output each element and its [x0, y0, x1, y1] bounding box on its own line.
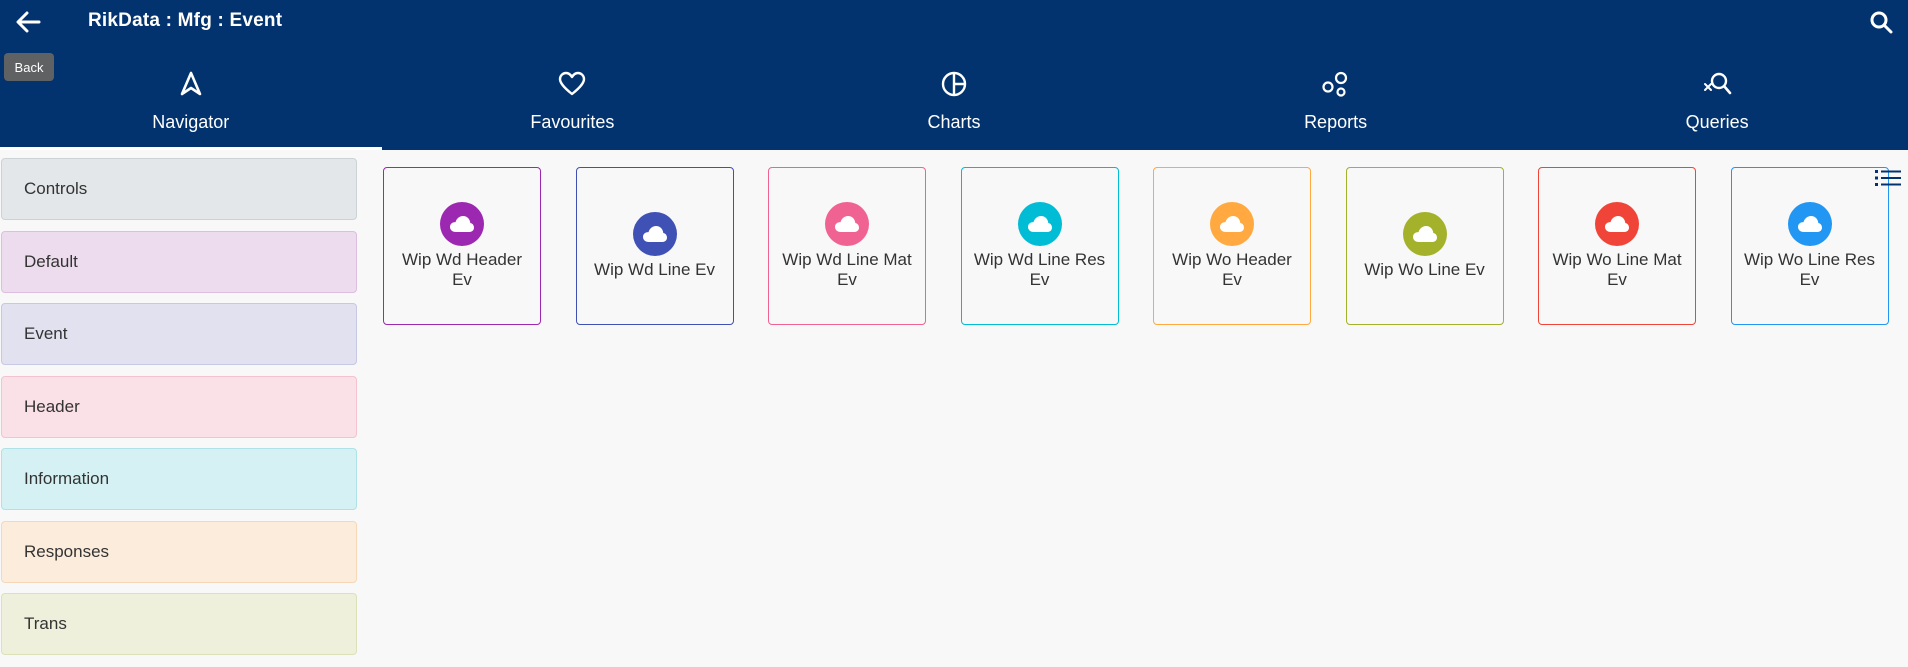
sidebar: Controls Default Event Header Informatio…	[0, 158, 360, 666]
query-search-icon	[1701, 68, 1733, 100]
sidebar-item-header[interactable]: Header	[1, 375, 357, 438]
cloud-icon	[632, 212, 677, 256]
tab-label: Reports	[1304, 112, 1368, 132]
tab-navigator[interactable]: Navigator	[0, 60, 382, 150]
cloud-icon	[825, 202, 869, 246]
cloud-icon	[1210, 202, 1254, 246]
sidebar-item-responses[interactable]: Responses	[1, 520, 357, 583]
list-icon[interactable]	[1874, 168, 1902, 188]
tab-queries[interactable]: Queries	[1526, 60, 1908, 150]
tile-wip-wo-header-ev[interactable]: Wip Wo Header Ev	[1153, 167, 1311, 325]
sidebar-item-label: Header	[24, 396, 80, 416]
tab-favourites[interactable]: Favourites	[382, 60, 764, 150]
back-tooltip: Back	[4, 53, 54, 81]
tile-label: Wip Wd Line Ev	[594, 260, 715, 279]
tab-bar: Navigator Favourites Charts Reports Quer…	[0, 60, 1908, 150]
sidebar-item-label: Event	[24, 324, 68, 343]
cloud-icon	[1402, 212, 1447, 256]
tile-wip-wd-line-ev[interactable]: Wip Wd Line Ev	[575, 167, 734, 325]
sidebar-item-label: Controls	[24, 179, 88, 198]
tile-wip-wd-header-ev[interactable]: Wip Wd Header Ev	[383, 167, 541, 325]
cloud-icon	[1595, 202, 1639, 246]
sidebar-item-label: Responses	[24, 541, 110, 561]
tile-wip-wd-line-res-ev[interactable]: Wip Wd Line Res Ev	[960, 167, 1119, 325]
tab-label: Navigator	[152, 112, 230, 132]
tile-wip-wo-line-ev[interactable]: Wip Wo Line Ev	[1345, 167, 1504, 325]
navigator-icon	[175, 68, 207, 100]
sidebar-item-default[interactable]: Default	[1, 230, 357, 293]
cloud-icon	[1787, 202, 1832, 246]
tab-label: Queries	[1685, 112, 1749, 132]
tile-wip-wo-line-res-ev[interactable]: Wip Wo Line Res Ev	[1730, 167, 1889, 325]
tile-label: Wip Wo Line Ev	[1364, 260, 1485, 279]
cloud-icon	[440, 202, 484, 246]
tab-charts[interactable]: Charts	[763, 60, 1145, 150]
tile-label: Wip Wo Line Mat Ev	[1552, 250, 1682, 289]
tile-label: Wip Wd Line Res Ev	[973, 250, 1106, 289]
tile-label: Wip Wo Line Res Ev	[1743, 250, 1875, 289]
page-title: RikData : Mfg : Event	[88, 10, 283, 31]
tile-label: Wip Wd Header Ev	[402, 250, 522, 289]
back-arrow-icon[interactable]	[12, 8, 44, 36]
sidebar-item-label: Trans	[24, 614, 67, 633]
top-app-bar: RikData : Mfg : Event Navigator Favourit…	[0, 0, 1908, 150]
tab-label: Favourites	[530, 112, 615, 132]
tile-grid: Wip Wd Header Ev Wip Wd Line Ev Wip Wd L…	[383, 167, 1889, 325]
tab-label: Charts	[927, 112, 981, 132]
search-icon[interactable]	[1866, 8, 1896, 36]
reports-icon	[1320, 68, 1352, 100]
tile-wip-wd-line-mat-ev[interactable]: Wip Wd Line Mat Ev	[768, 167, 926, 325]
sidebar-item-trans[interactable]: Trans	[1, 593, 357, 655]
sidebar-item-label: Information	[24, 469, 110, 488]
sidebar-item-controls[interactable]: Controls	[1, 158, 357, 220]
tile-label: Wip Wd Line Mat Ev	[782, 250, 912, 289]
tile-label: Wip Wo Header Ev	[1172, 250, 1292, 289]
pie-chart-icon	[938, 68, 970, 100]
heart-icon	[556, 68, 588, 100]
cloud-icon	[1017, 202, 1062, 246]
tab-reports[interactable]: Reports	[1145, 60, 1527, 150]
sidebar-item-event[interactable]: Event	[1, 303, 357, 365]
sidebar-item-label: Default	[24, 251, 78, 271]
tile-wip-wo-line-mat-ev[interactable]: Wip Wo Line Mat Ev	[1538, 167, 1696, 325]
sidebar-item-information[interactable]: Information	[1, 448, 357, 510]
